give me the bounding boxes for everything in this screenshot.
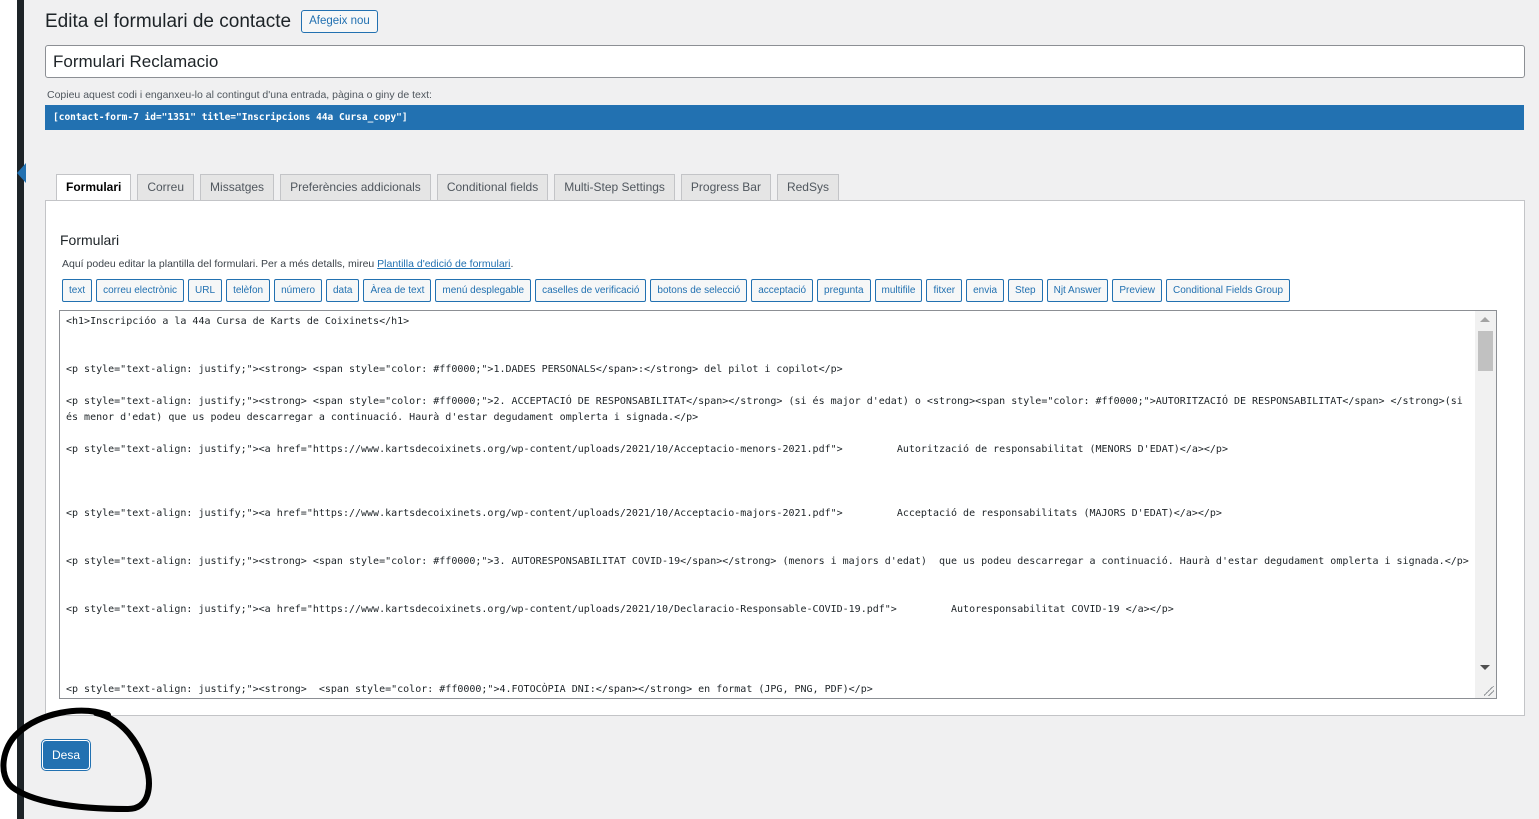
tag-button-number[interactable]: número: [274, 279, 322, 302]
tag-button-file[interactable]: fitxer: [926, 279, 963, 302]
form-title-input[interactable]: [45, 45, 1525, 78]
code-line: <p style="text-align: justify;"><a href=…: [66, 508, 1222, 519]
left-margin: [0, 0, 17, 819]
tag-button-email[interactable]: correu electrònic: [96, 279, 185, 302]
tag-button-date[interactable]: data: [326, 279, 360, 302]
tag-button-textarea[interactable]: Àrea de text: [363, 279, 432, 302]
page-header: Edita el formulari de contacte Afegeix n…: [45, 10, 378, 33]
code-line: <p style="text-align: justify;"><strong>…: [66, 364, 843, 375]
tab-formulari[interactable]: Formulari: [56, 174, 132, 202]
code-line: <p style="text-align: justify;"><a href=…: [66, 444, 1228, 455]
tab-correu[interactable]: Correu: [137, 174, 195, 201]
tag-button-multifile[interactable]: multifile: [874, 279, 923, 302]
page-title: Edita el formulari de contacte: [45, 10, 292, 32]
panel-description-suffix: .: [510, 258, 514, 270]
add-new-button[interactable]: Afegeix nou: [301, 10, 378, 33]
tag-generator-buttons: text correu electrònic URL telèfon númer…: [62, 279, 1291, 302]
tag-button-text[interactable]: text: [62, 279, 93, 302]
tag-button-radio[interactable]: botons de selecció: [650, 279, 748, 302]
tab-bar: Formulari Correu Missatges Preferències …: [56, 174, 839, 202]
tag-button-tel[interactable]: telèfon: [226, 279, 271, 302]
tag-button-quiz[interactable]: pregunta: [817, 279, 871, 302]
tab-multi-step-settings[interactable]: Multi-Step Settings: [554, 174, 675, 201]
scroll-thumb[interactable]: [1478, 331, 1493, 371]
tag-button-submit[interactable]: envia: [966, 279, 1005, 302]
tag-button-checkbox[interactable]: caselles de verificació: [535, 279, 647, 302]
scroll-down-icon[interactable]: [1480, 665, 1490, 670]
tag-button-conditional-group[interactable]: Conditional Fields Group: [1165, 279, 1291, 302]
code-line: <p style="text-align: justify;"><strong>…: [66, 556, 1469, 567]
tab-missatges[interactable]: Missatges: [200, 174, 275, 201]
scroll-up-icon[interactable]: [1480, 317, 1490, 322]
collapse-menu-icon[interactable]: [17, 163, 26, 183]
tag-button-njt-answer[interactable]: Njt Answer: [1046, 279, 1109, 302]
tag-button-select[interactable]: menú desplegable: [435, 279, 532, 302]
tab-progress-bar[interactable]: Progress Bar: [680, 174, 771, 201]
admin-sidebar: [17, 0, 24, 819]
tag-button-step[interactable]: Step: [1008, 279, 1043, 302]
tag-button-preview[interactable]: Preview: [1112, 279, 1162, 302]
save-button[interactable]: Desa: [43, 741, 89, 769]
template-help-link[interactable]: Plantilla d'edició de formulari: [377, 258, 510, 270]
panel-description: Aquí podeu editar la plantilla del formu…: [62, 258, 513, 270]
code-line: <p style="text-align: justify;"><strong>…: [66, 684, 873, 695]
editor-content[interactable]: <h1>Inscripcióo a la 44a Cursa de Karts …: [66, 311, 1472, 698]
code-line: <h1>Inscripcióo a la 44a Cursa de Karts …: [66, 316, 410, 327]
code-line: <p style="text-align: justify;"><a href=…: [66, 604, 1174, 615]
form-panel: Formulari Aquí podeu editar la plantilla…: [45, 200, 1525, 716]
tag-button-url[interactable]: URL: [188, 279, 223, 302]
shortcode-description: Copieu aquest codi i enganxeu-lo al cont…: [47, 89, 432, 101]
editor-scrollbar[interactable]: [1475, 311, 1496, 698]
form-template-editor[interactable]: <h1>Inscripcióo a la 44a Cursa de Karts …: [59, 310, 1497, 699]
shortcode-field[interactable]: [contact-form-7 id="1351" title="Inscrip…: [45, 105, 1524, 130]
tab-redsys[interactable]: RedSys: [776, 174, 839, 201]
panel-title: Formulari: [60, 232, 120, 248]
code-line: <p style="text-align: justify;"><strong>…: [66, 396, 1469, 423]
panel-description-text: Aquí podeu editar la plantilla del formu…: [62, 258, 378, 270]
tab-preferencies-addicionals[interactable]: Preferències addicionals: [280, 174, 431, 201]
tab-conditional-fields[interactable]: Conditional fields: [436, 174, 549, 201]
tag-button-acceptance[interactable]: acceptació: [751, 279, 814, 302]
resize-handle-icon[interactable]: [1484, 686, 1494, 696]
